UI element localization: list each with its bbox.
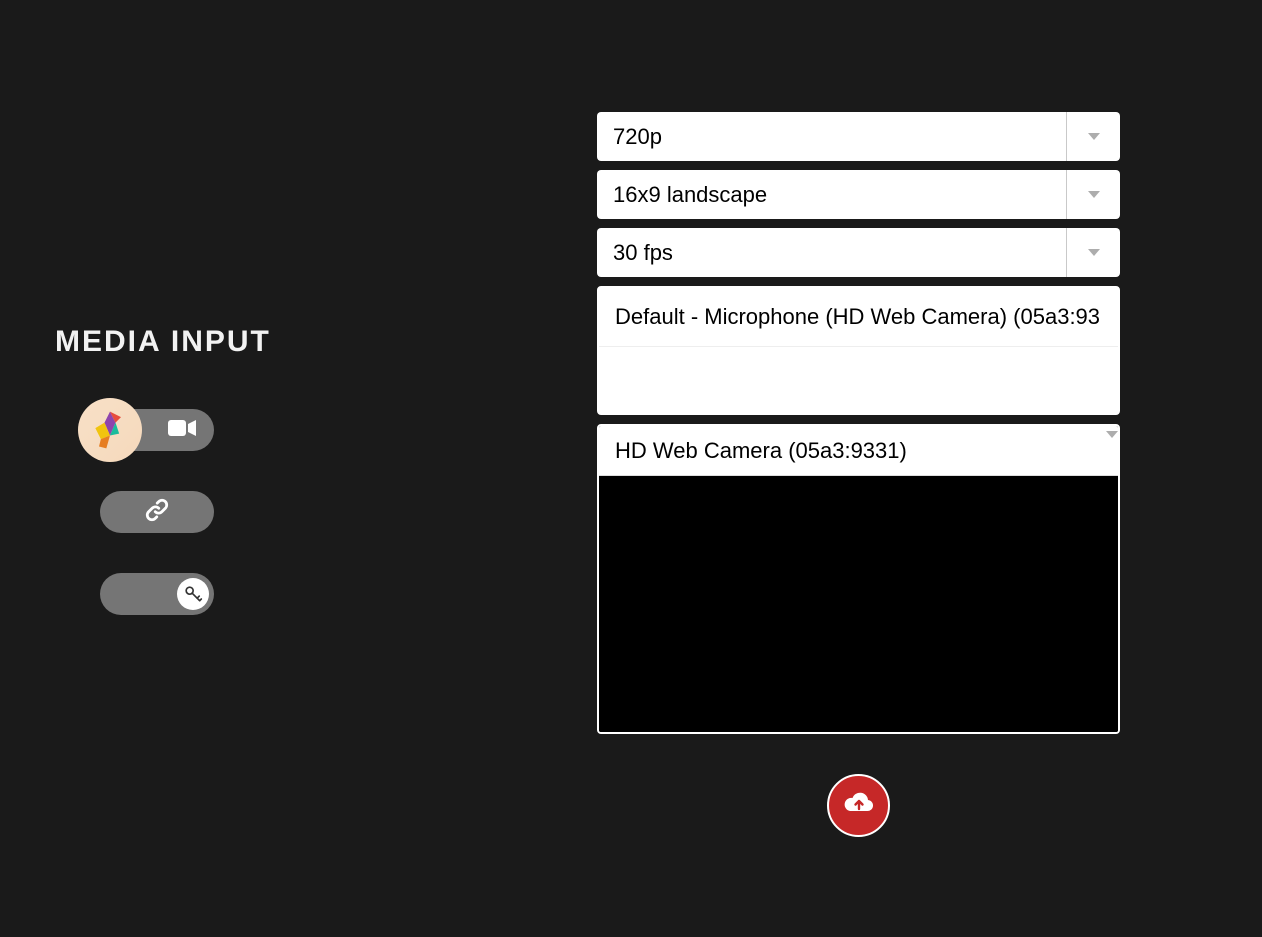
cloud-upload-icon bbox=[842, 790, 876, 821]
fps-value: 30 fps bbox=[597, 228, 1066, 277]
chevron-down-icon bbox=[1106, 426, 1118, 475]
link-toggle[interactable] bbox=[100, 491, 214, 533]
chevron-down-icon bbox=[1066, 228, 1120, 277]
toggle-stack bbox=[100, 409, 335, 615]
section-title: MEDIA INPUT bbox=[55, 325, 335, 359]
audio-device-card[interactable]: Default - Microphone (HD Web Camera) (05… bbox=[597, 286, 1120, 415]
page-root: MEDIA INPUT bbox=[0, 0, 1262, 937]
chevron-down-icon bbox=[1066, 170, 1120, 219]
upload-button-wrap bbox=[597, 774, 1120, 837]
key-icon bbox=[177, 578, 209, 610]
audio-card-body bbox=[599, 346, 1118, 413]
left-panel: MEDIA INPUT bbox=[55, 325, 335, 615]
hummingbird-icon bbox=[88, 408, 132, 452]
chevron-down-icon bbox=[1066, 112, 1120, 161]
camera-device-card: HD Web Camera (05a3:9331) bbox=[597, 424, 1120, 734]
aspect-dropdown[interactable]: 16x9 landscape bbox=[597, 170, 1120, 219]
cloud-upload-button[interactable] bbox=[827, 774, 890, 837]
resolution-value: 720p bbox=[597, 112, 1066, 161]
audio-device-value: Default - Microphone (HD Web Camera) (05… bbox=[599, 288, 1118, 346]
fps-dropdown[interactable]: 30 fps bbox=[597, 228, 1120, 277]
resolution-dropdown[interactable]: 720p bbox=[597, 112, 1120, 161]
camera-preview bbox=[599, 476, 1118, 732]
camera-device-value: HD Web Camera (05a3:9331) bbox=[599, 426, 1106, 475]
app-avatar bbox=[78, 398, 142, 462]
settings-panel: 720p 16x9 landscape 30 fps Default - Mic… bbox=[597, 112, 1120, 837]
link-icon bbox=[143, 496, 171, 529]
aspect-value: 16x9 landscape bbox=[597, 170, 1066, 219]
camera-toggle[interactable] bbox=[100, 409, 214, 451]
video-camera-icon bbox=[168, 418, 196, 443]
camera-dropdown[interactable]: HD Web Camera (05a3:9331) bbox=[599, 426, 1118, 476]
key-toggle[interactable] bbox=[100, 573, 214, 615]
